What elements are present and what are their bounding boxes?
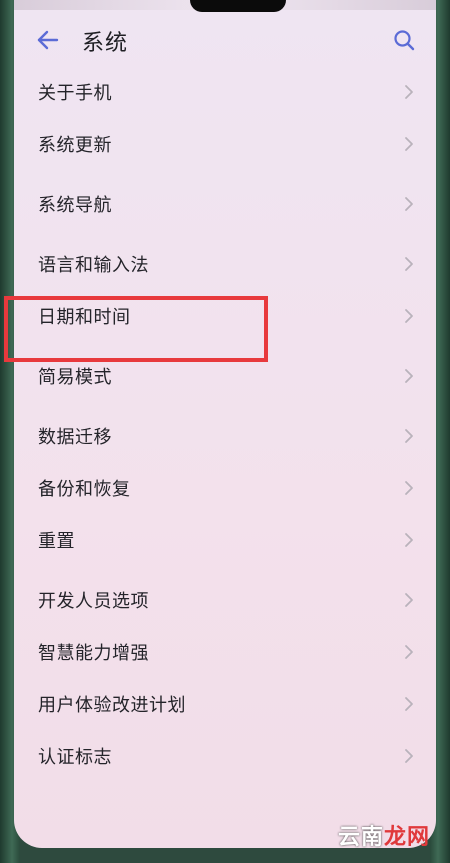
settings-item-label: 简易模式 bbox=[38, 367, 112, 388]
settings-item-about-phone[interactable]: 关于手机 bbox=[14, 66, 436, 118]
chevron-right-icon bbox=[405, 645, 413, 659]
settings-item-label: 数据迁移 bbox=[38, 427, 112, 448]
settings-item-label: 关于手机 bbox=[38, 83, 112, 104]
settings-item-label: 用户体验改进计划 bbox=[38, 695, 186, 716]
settings-item-label: 系统导航 bbox=[38, 195, 112, 216]
chevron-right-icon bbox=[405, 697, 413, 711]
settings-item-label: 系统更新 bbox=[38, 135, 112, 156]
settings-item-system-navigation[interactable]: 系统导航 bbox=[14, 178, 436, 230]
page-title: 系统 bbox=[82, 31, 129, 56]
settings-item-data-migration[interactable]: 数据迁移 bbox=[14, 410, 436, 462]
watermark: 云南龙网 bbox=[338, 819, 430, 851]
settings-item-label: 语言和输入法 bbox=[38, 255, 149, 276]
chevron-right-icon bbox=[405, 749, 413, 763]
app-header: 系统 bbox=[14, 14, 436, 66]
watermark-part-2: 龙网 bbox=[383, 825, 430, 850]
watermark-part-1: 云南 bbox=[337, 825, 384, 850]
phone-screen: 系统 关于手机 系统更新 系统导航 语言和输入法 日期和时间 简易模式 数据迁移… bbox=[14, 0, 436, 848]
search-icon bbox=[394, 30, 415, 51]
chevron-right-icon bbox=[405, 429, 413, 443]
search-button[interactable] bbox=[386, 22, 422, 58]
settings-item-user-experience[interactable]: 用户体验改进计划 bbox=[14, 678, 436, 730]
settings-item-label: 智慧能力增强 bbox=[38, 643, 149, 664]
chevron-right-icon bbox=[405, 137, 413, 151]
settings-item-label: 备份和恢复 bbox=[38, 479, 131, 500]
arrow-left-icon bbox=[37, 30, 59, 50]
chevron-right-icon bbox=[405, 309, 413, 323]
settings-item-label: 开发人员选项 bbox=[38, 591, 149, 612]
display-notch bbox=[190, 0, 286, 12]
chevron-right-icon bbox=[405, 369, 413, 383]
settings-list: 关于手机 系统更新 系统导航 语言和输入法 日期和时间 简易模式 数据迁移 备份… bbox=[14, 66, 436, 782]
settings-item-label: 认证标志 bbox=[38, 747, 112, 768]
settings-item-reset[interactable]: 重置 bbox=[14, 514, 436, 566]
chevron-right-icon bbox=[405, 533, 413, 547]
chevron-right-icon bbox=[405, 85, 413, 99]
settings-item-smart-enhancement[interactable]: 智慧能力增强 bbox=[14, 626, 436, 678]
settings-item-developer-options[interactable]: 开发人员选项 bbox=[14, 574, 436, 626]
chevron-right-icon bbox=[405, 197, 413, 211]
back-button[interactable] bbox=[30, 22, 66, 58]
settings-item-label: 重置 bbox=[38, 531, 75, 552]
highlight-annotation bbox=[4, 296, 268, 362]
settings-item-system-update[interactable]: 系统更新 bbox=[14, 118, 436, 170]
chevron-right-icon bbox=[405, 593, 413, 607]
settings-item-backup-restore[interactable]: 备份和恢复 bbox=[14, 462, 436, 514]
chevron-right-icon bbox=[405, 257, 413, 271]
chevron-right-icon bbox=[405, 481, 413, 495]
settings-item-language-input[interactable]: 语言和输入法 bbox=[14, 238, 436, 290]
settings-item-certification[interactable]: 认证标志 bbox=[14, 730, 436, 782]
